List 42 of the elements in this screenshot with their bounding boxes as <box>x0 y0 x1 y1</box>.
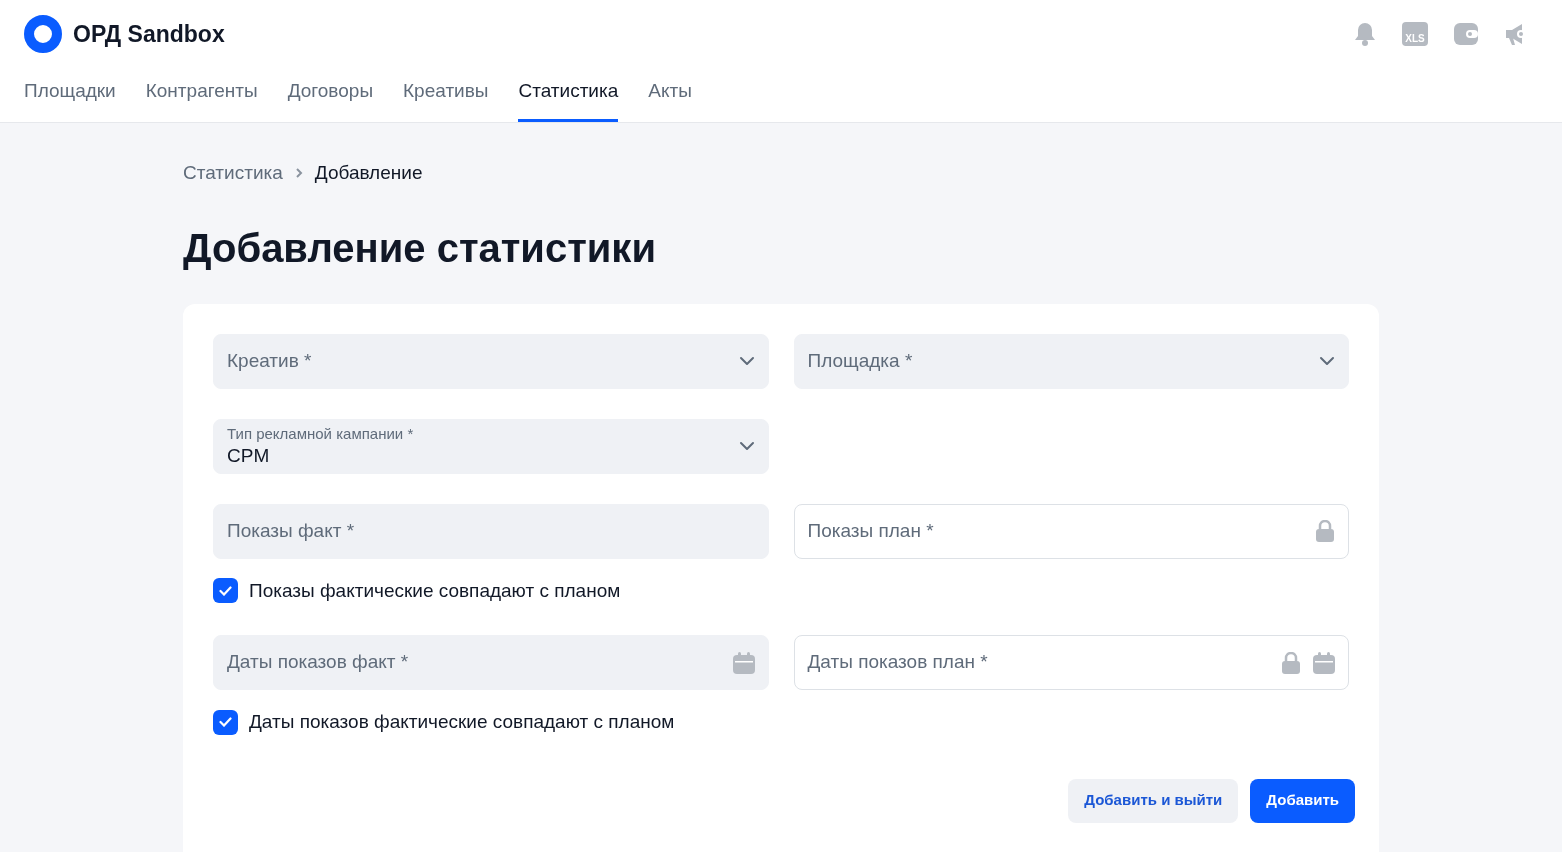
add-and-exit-button[interactable]: Добавить и выйти <box>1068 778 1239 823</box>
nav-tab[interactable]: Креативы <box>403 68 489 122</box>
checkbox-label: Даты показов фактические совпадают с планом <box>249 710 675 734</box>
checkmark-icon <box>219 585 232 596</box>
date-field[interactable]: Даты показов факт * <box>213 635 769 690</box>
field-placeholder: Показы факт * <box>227 518 356 543</box>
field-placeholder: Креатив * <box>227 348 313 373</box>
field-label: Тип рекламной кампании * <box>227 424 415 444</box>
select-field[interactable]: Площадка * <box>793 333 1349 389</box>
nav-tab[interactable]: Статистика <box>518 68 619 122</box>
field-placeholder: Площадка * <box>807 348 914 373</box>
lock-icon <box>1315 520 1335 542</box>
chevron-down-icon <box>738 356 755 366</box>
checkbox-label: Показы фактические совпадают с планом <box>249 578 621 603</box>
wallet-icon[interactable] <box>1454 23 1478 45</box>
field-placeholder: Показы план * <box>807 518 935 543</box>
calendar-icon <box>732 651 755 674</box>
checkbox[interactable] <box>213 709 238 735</box>
chevron-down-icon <box>738 441 755 451</box>
bell-icon[interactable] <box>1354 22 1376 46</box>
chevron-right-icon <box>294 167 303 180</box>
lock-icon <box>1281 651 1301 674</box>
ring-logo-icon <box>24 15 62 53</box>
add-button[interactable]: Добавить <box>1250 778 1355 823</box>
checkbox[interactable] <box>213 578 238 604</box>
page-title: Добавление статистики <box>183 224 657 272</box>
logo-text: ОРД Sandbox <box>73 19 225 49</box>
select-field[interactable]: Креатив * <box>213 333 769 389</box>
field-placeholder: Даты показов факт * <box>227 650 410 675</box>
breadcrumb-current: Добавление <box>314 161 423 185</box>
nav-tab[interactable]: Акты <box>648 68 692 122</box>
breadcrumb-link[interactable]: Статистика <box>183 159 283 188</box>
select-field[interactable]: Тип рекламной кампании * CPM <box>213 418 769 474</box>
nav-tab[interactable]: Площадки <box>24 68 116 122</box>
field-placeholder: Даты показов план * <box>807 650 989 675</box>
nav-tab[interactable]: Контрагенты <box>145 68 258 122</box>
checkmark-icon <box>219 717 232 728</box>
input-field[interactable]: Показы факт * <box>213 503 769 559</box>
nav-tab[interactable]: Договоры <box>287 68 374 122</box>
chevron-down-icon <box>1319 356 1335 366</box>
calendar-icon <box>1313 651 1335 674</box>
field-value: CPM <box>227 443 271 468</box>
